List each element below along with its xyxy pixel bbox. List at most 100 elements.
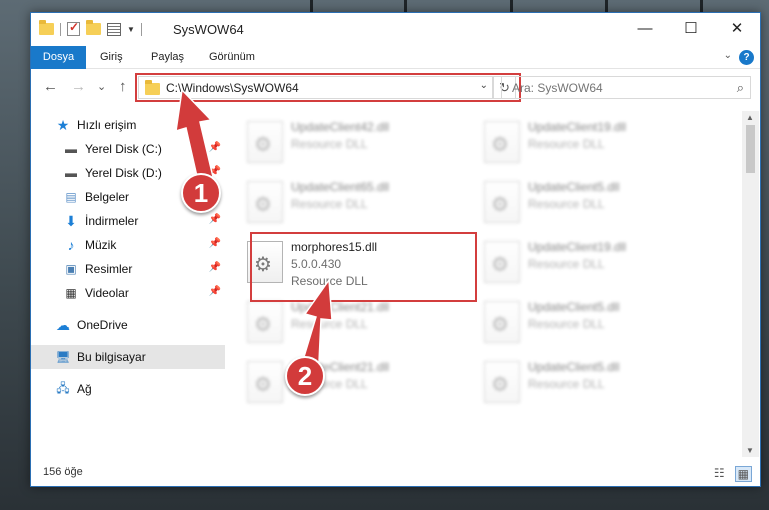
pin-icon: 📌 — [208, 262, 221, 273]
address-highlight — [135, 73, 521, 102]
dll-file-icon — [484, 121, 520, 163]
customize-dropdown-icon[interactable]: ▼ — [127, 25, 135, 34]
title-bar: ▼ SysWOW64 — ☐ ✕ — [31, 13, 760, 46]
dll-file-icon — [247, 121, 283, 163]
pin-icon: 📌 — [208, 142, 221, 153]
view-options-icon[interactable] — [107, 22, 121, 36]
file-item[interactable]: UpdateClient5.dll Resource DLL — [464, 295, 694, 353]
recent-locations-button[interactable]: ⌄ — [97, 80, 106, 93]
downloads-icon: ⬇ — [65, 212, 77, 229]
file-type: Resource DLL — [528, 137, 605, 151]
sidebar-item-label: Videolar — [85, 286, 129, 300]
drive-icon: ▬ — [65, 166, 77, 180]
scroll-up-icon[interactable]: ▲ — [746, 113, 754, 122]
sidebar-item-videos[interactable]: ▦ Videolar 📌 — [31, 281, 225, 305]
sidebar-item-onedrive[interactable]: ☁ OneDrive — [31, 313, 225, 337]
details-view-icon[interactable]: ☷ — [714, 466, 725, 482]
documents-icon: ▤ — [65, 190, 77, 204]
sidebar-item-network[interactable]: 🖧 Ağ — [31, 377, 225, 401]
tab-view[interactable]: Görünüm — [209, 46, 255, 69]
file-item[interactable]: UpdateClient5.dll Resource DLL — [464, 175, 694, 233]
dll-file-icon — [247, 301, 283, 343]
navigation-bar: ← → ⌄ ↑ C:\Windows\SysWOW64 ⌄ ↻ ⌕ — [31, 70, 760, 106]
file-type: Resource DLL — [291, 197, 368, 211]
folder-icon — [39, 20, 54, 35]
file-item[interactable]: UpdateClient42.dll Resource DLL — [227, 115, 457, 173]
sidebar-item-label: Ağ — [77, 382, 92, 396]
dll-file-icon — [484, 361, 520, 403]
ribbon-expand-icon[interactable]: ⌄ — [724, 50, 732, 61]
explorer-window: ▼ SysWOW64 — ☐ ✕ Dosya Giriş Paylaş Görü… — [30, 12, 761, 487]
tab-home[interactable]: Giriş — [100, 46, 123, 69]
sidebar-item-downloads[interactable]: ⬇ İndirmeler 📌 — [31, 209, 225, 233]
search-input[interactable] — [512, 80, 712, 95]
close-button[interactable]: ✕ — [714, 13, 760, 43]
item-count: 156 öğe — [43, 466, 83, 478]
search-box[interactable]: ⌕ — [501, 76, 751, 99]
sidebar-item-label: Yerel Disk (C:) — [85, 142, 162, 156]
ribbon-tabs: Dosya Giriş Paylaş Görünüm ⌄ ? — [31, 46, 760, 69]
file-name: UpdateClient5.dll — [528, 300, 620, 314]
step-2-badge: 2 — [285, 356, 325, 396]
vertical-scrollbar[interactable]: ▲ ▼ — [742, 111, 759, 457]
pin-icon: 📌 — [208, 214, 221, 225]
sidebar-item-label: Hızlı erişim — [77, 118, 137, 132]
file-type: Resource DLL — [291, 317, 368, 331]
sidebar-item-label: Müzik — [85, 238, 117, 252]
file-name: UpdateClient19.dll — [528, 120, 627, 134]
file-list: UpdateClient42.dll Resource DLL UpdateCli… — [227, 111, 742, 457]
file-type: Resource DLL — [528, 257, 605, 271]
file-item[interactable]: UpdateClient19.dll Resource DLL — [464, 115, 694, 173]
sidebar-item-label: Yerel Disk (D:) — [85, 166, 162, 180]
properties-check-icon[interactable] — [67, 20, 80, 36]
dll-file-icon — [484, 301, 520, 343]
new-folder-icon[interactable] — [86, 20, 101, 35]
network-icon: 🖧 — [56, 380, 70, 395]
sidebar-item-label: OneDrive — [77, 318, 128, 332]
file-item[interactable]: UpdateClient5.dll Resource DLL — [464, 355, 694, 413]
file-item[interactable]: UpdateClient19.dll Resource DLL — [464, 235, 694, 293]
file-name: UpdateClient65.dll — [291, 180, 390, 194]
sidebar-item-quick-access[interactable]: ★ Hızlı erişim — [31, 113, 225, 137]
file-item[interactable]: UpdateClient21.dllResource DLL — [227, 355, 457, 413]
maximize-button[interactable]: ☐ — [668, 13, 714, 43]
tab-file[interactable]: Dosya — [31, 46, 86, 69]
scroll-down-icon[interactable]: ▼ — [746, 446, 754, 455]
file-name: UpdateClient5.dll — [528, 360, 620, 374]
quick-access-toolbar: ▼ — [39, 20, 142, 36]
file-name: UpdateClient42.dll — [291, 120, 390, 134]
large-icons-view-icon[interactable]: ▦ — [734, 466, 752, 482]
pictures-icon: ▣ — [65, 262, 77, 276]
scrollbar-thumb[interactable] — [746, 125, 755, 173]
sidebar-item-music[interactable]: ♪ Müzik 📌 — [31, 233, 225, 257]
help-button[interactable]: ? — [739, 50, 754, 65]
sidebar-item-pictures[interactable]: ▣ Resimler 📌 — [31, 257, 225, 281]
dll-file-icon — [484, 181, 520, 223]
file-item[interactable]: UpdateClient65.dll Resource DLL — [227, 175, 457, 233]
file-type: Resource DLL — [291, 137, 368, 151]
sidebar-item-local-disk-c[interactable]: ▬ Yerel Disk (C:) 📌 — [31, 137, 225, 161]
tab-share[interactable]: Paylaş — [151, 46, 184, 69]
pin-icon: 📌 — [208, 286, 221, 297]
up-button[interactable]: ↑ — [119, 78, 127, 95]
file-item[interactable]: UpdateClient21.dllResource DLL — [227, 295, 457, 353]
window-title: SysWOW64 — [173, 22, 244, 37]
separator — [140, 22, 142, 36]
sidebar-item-this-pc[interactable]: 🖥 Bu bilgisayar — [31, 345, 225, 369]
drive-icon: ▬ — [65, 142, 77, 156]
star-icon: ★ — [56, 116, 70, 133]
back-button[interactable]: ← — [43, 78, 58, 95]
music-icon: ♪ — [67, 237, 75, 253]
sidebar-item-label: Resimler — [85, 262, 133, 276]
forward-button[interactable]: → — [71, 78, 86, 95]
search-icon[interactable]: ⌕ — [737, 80, 744, 96]
minimize-button[interactable]: — — [622, 13, 668, 43]
dll-file-icon — [484, 241, 520, 283]
navigation-pane: ★ Hızlı erişim ▬ Yerel Disk (C:) 📌 ▬ Yer… — [31, 111, 225, 453]
dll-file-icon — [247, 361, 283, 403]
dll-file-icon — [247, 181, 283, 223]
file-name: UpdateClient5.dll — [528, 180, 620, 194]
file-highlight — [250, 232, 477, 302]
file-type: Resource DLL — [528, 317, 605, 331]
file-name: UpdateClient19.dll — [528, 240, 627, 254]
